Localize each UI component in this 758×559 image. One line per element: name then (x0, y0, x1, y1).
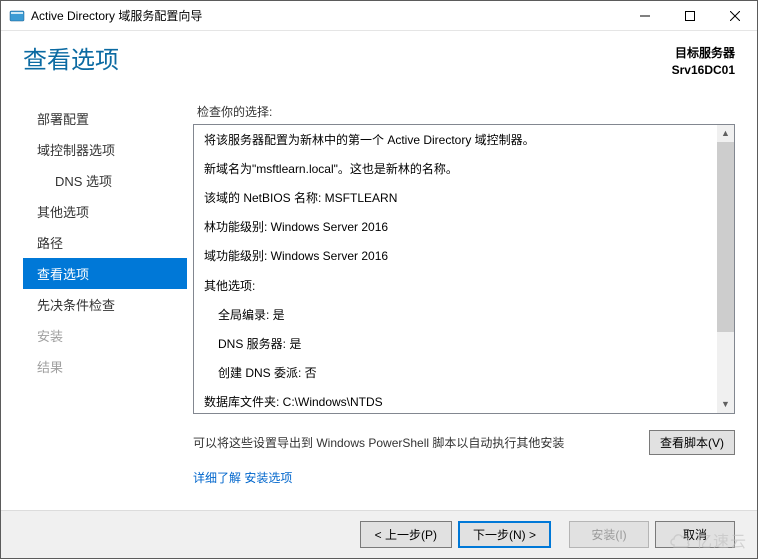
review-line: 该域的 NetBIOS 名称: MSFTLEARN (204, 189, 707, 208)
scroll-thumb[interactable] (717, 142, 734, 333)
review-prompt: 检查你的选择: (197, 103, 735, 120)
review-line: 将该服务器配置为新林中的第一个 Active Directory 域控制器。 (204, 131, 707, 150)
learn-more: 详细了解 安装选项 (193, 469, 735, 486)
review-line: 新域名为"msftlearn.local"。这也是新林的名称。 (204, 160, 707, 179)
review-line: 创建 DNS 委派: 否 (204, 364, 707, 383)
sidebar-item-installation: 安装 (23, 320, 187, 351)
target-server-name: Srv16DC01 (672, 62, 735, 79)
learn-more-link[interactable]: 详细了解 安装选项 (193, 471, 292, 485)
titlebar: Active Directory 域服务配置向导 (1, 1, 757, 31)
scroll-down-arrow[interactable]: ▼ (717, 396, 734, 413)
sidebar-item-deployment-config[interactable]: 部署配置 (23, 103, 187, 134)
export-text: 可以将这些设置导出到 Windows PowerShell 脚本以自动执行其他安… (193, 434, 649, 451)
review-box: 将该服务器配置为新林中的第一个 Active Directory 域控制器。新域… (193, 124, 735, 414)
body: 部署配置域控制器选项DNS 选项其他选项路径查看选项先决条件检查安装结果 检查你… (1, 85, 757, 486)
sidebar-item-additional-options[interactable]: 其他选项 (23, 196, 187, 227)
sidebar-item-dns-options[interactable]: DNS 选项 (23, 165, 187, 196)
sidebar-item-prereq-check[interactable]: 先决条件检查 (23, 289, 187, 320)
sidebar-item-dc-options[interactable]: 域控制器选项 (23, 134, 187, 165)
footer: < 上一步(P) 下一步(N) > 安装(I) 取消 (1, 510, 757, 558)
page-heading: 查看选项 (23, 45, 672, 76)
header: 查看选项 目标服务器 Srv16DC01 (1, 31, 757, 85)
review-line: DNS 服务器: 是 (204, 335, 707, 354)
previous-button[interactable]: < 上一步(P) (360, 521, 452, 548)
export-row: 可以将这些设置导出到 Windows PowerShell 脚本以自动执行其他安… (193, 430, 735, 455)
window-title: Active Directory 域服务配置向导 (31, 7, 622, 24)
review-line: 其他选项: (204, 277, 707, 296)
target-server-label: 目标服务器 (672, 45, 735, 62)
minimize-button[interactable] (622, 1, 667, 31)
review-line: 数据库文件夹: C:\Windows\NTDS (204, 393, 707, 412)
sidebar-item-paths[interactable]: 路径 (23, 227, 187, 258)
review-line: 全局编录: 是 (204, 306, 707, 325)
main-panel: 检查你的选择: 将该服务器配置为新林中的第一个 Active Directory… (193, 93, 735, 486)
review-line: 域功能级别: Windows Server 2016 (204, 247, 707, 266)
scroll-up-arrow[interactable]: ▲ (717, 125, 734, 142)
app-icon (9, 8, 25, 24)
target-server-block: 目标服务器 Srv16DC01 (672, 45, 735, 79)
window-controls (622, 1, 757, 31)
scroll-track[interactable] (717, 142, 734, 396)
view-script-button[interactable]: 查看脚本(V) (649, 430, 735, 455)
review-content: 将该服务器配置为新林中的第一个 Active Directory 域控制器。新域… (194, 125, 717, 413)
install-button: 安装(I) (569, 521, 649, 548)
cancel-button[interactable]: 取消 (655, 521, 735, 548)
sidebar-item-results: 结果 (23, 351, 187, 382)
next-button[interactable]: 下一步(N) > (458, 521, 551, 548)
review-line: 林功能级别: Windows Server 2016 (204, 218, 707, 237)
sidebar: 部署配置域控制器选项DNS 选项其他选项路径查看选项先决条件检查安装结果 (23, 93, 193, 486)
wizard-window: Active Directory 域服务配置向导 查看选项 目标服务器 Srv1… (0, 0, 758, 559)
maximize-button[interactable] (667, 1, 712, 31)
sidebar-item-review-options[interactable]: 查看选项 (23, 258, 187, 289)
scrollbar[interactable]: ▲ ▼ (717, 125, 734, 413)
close-button[interactable] (712, 1, 757, 31)
